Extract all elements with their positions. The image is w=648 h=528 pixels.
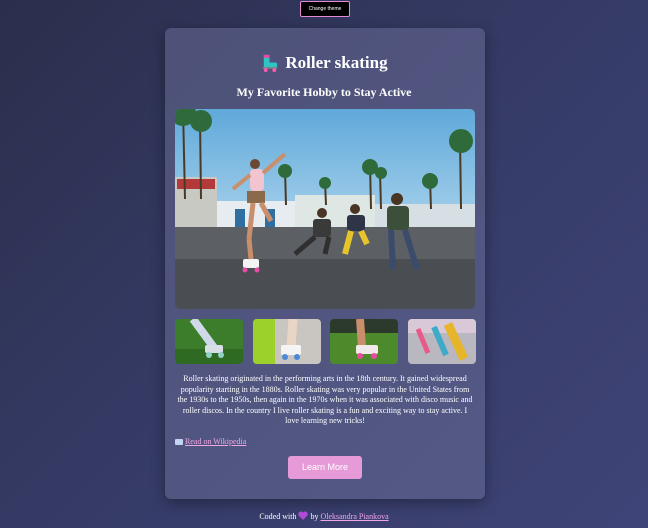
footer: Coded with by Oleksandra Piankova <box>0 511 648 522</box>
thumbnail-2[interactable] <box>253 319 321 364</box>
hobby-description: Roller skating originated in the perform… <box>177 374 473 425</box>
book-icon <box>175 439 183 445</box>
page-subtitle: My Favorite Hobby to Stay Active <box>236 85 412 99</box>
thumbnail-4[interactable] <box>408 319 476 364</box>
author-link[interactable]: Oleksandra Piankova <box>320 512 388 521</box>
roller-skate-icon <box>263 54 278 72</box>
footer-prefix: Coded with <box>259 512 297 521</box>
thumbnail-1[interactable] <box>175 319 243 364</box>
learn-more-button[interactable]: Learn More <box>288 456 362 479</box>
footer-by: by <box>310 512 319 521</box>
change-theme-button[interactable]: Change theme <box>300 1 350 17</box>
hero-image <box>175 109 475 309</box>
purple-heart-icon <box>298 511 309 520</box>
thumbnail-3[interactable] <box>330 319 398 364</box>
page-title: Roller skating <box>0 50 648 76</box>
wikipedia-link-label: Read on Wikipedia <box>185 437 247 446</box>
title-text: Roller skating <box>285 53 388 72</box>
wikipedia-link[interactable]: Read on Wikipedia <box>175 437 246 447</box>
